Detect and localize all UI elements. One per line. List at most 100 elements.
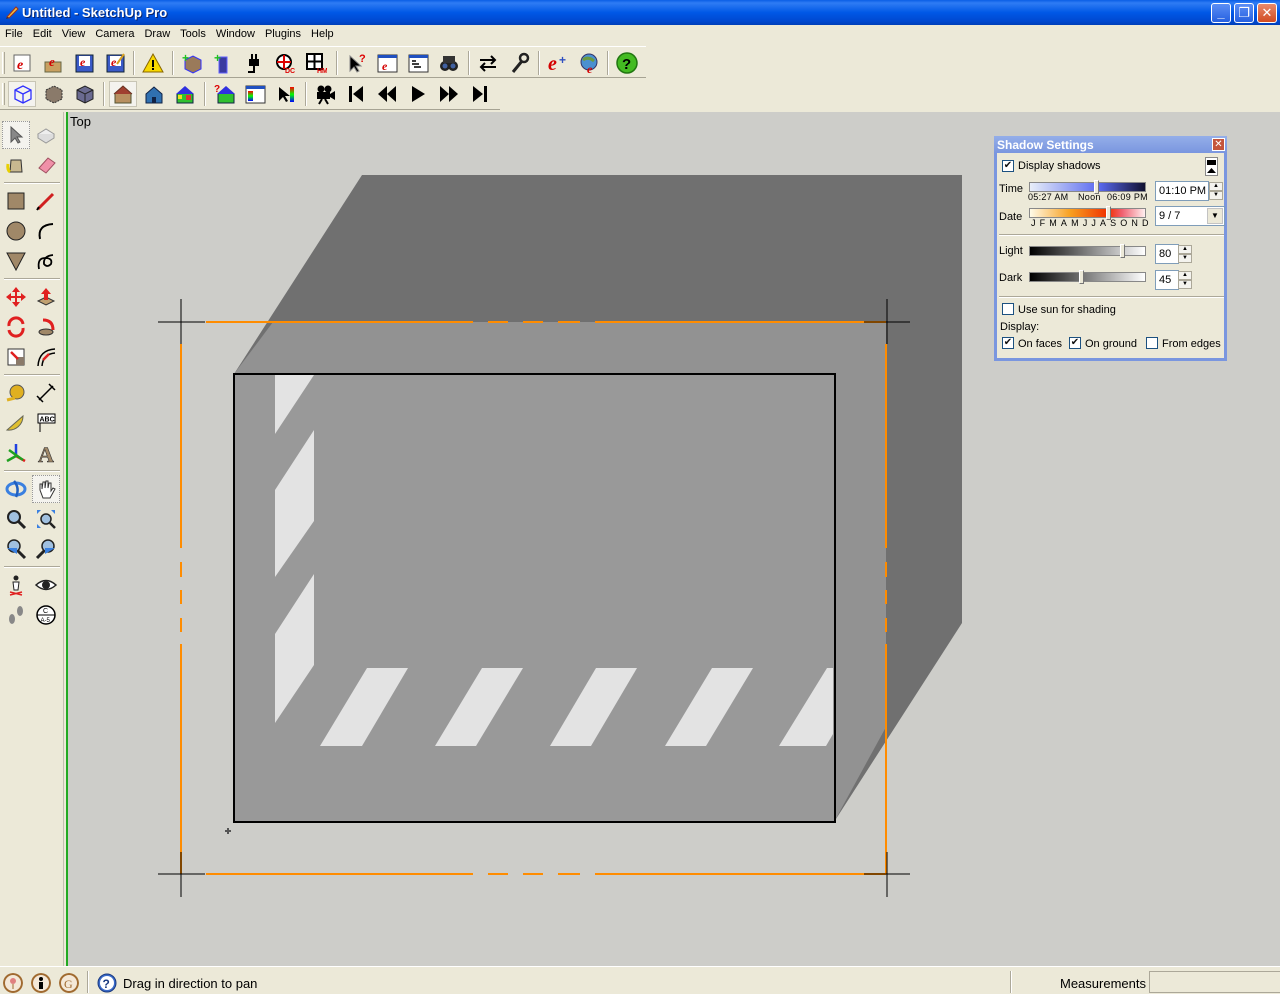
dimension-tool[interactable] [32, 379, 60, 407]
time-spinner[interactable]: ▲ ▼ [1209, 182, 1223, 200]
axes-tool[interactable] [2, 439, 30, 467]
tape-measure-tool[interactable] [2, 379, 30, 407]
time-slider[interactable] [1029, 182, 1146, 192]
previous-view-tool[interactable] [2, 535, 30, 563]
save-as-button[interactable]: e [101, 50, 129, 76]
extension-button[interactable]: e + [544, 50, 572, 76]
move-tool[interactable] [2, 283, 30, 311]
restore-button[interactable]: ❐ [1234, 3, 1254, 23]
plug-button[interactable] [240, 50, 268, 76]
web-window-button[interactable]: e [373, 50, 401, 76]
walk-tool[interactable] [2, 601, 30, 629]
open-button[interactable]: e [39, 50, 67, 76]
spin-up-icon[interactable]: ▲ [1209, 182, 1223, 191]
wrench-button[interactable] [505, 50, 533, 76]
xray-button[interactable] [8, 81, 36, 107]
camera-button[interactable] [311, 81, 339, 107]
toolbar-grip[interactable] [2, 52, 5, 74]
select-tool[interactable] [2, 121, 30, 149]
rectangle-tool[interactable] [2, 187, 30, 215]
menu-plugins[interactable]: Plugins [260, 25, 306, 40]
fast-forward-button[interactable] [435, 81, 463, 107]
freehand-tool[interactable] [32, 247, 60, 275]
palette-window-button[interactable] [241, 81, 269, 107]
play-button[interactable] [404, 81, 432, 107]
pan-tool[interactable] [32, 475, 60, 503]
credits-icon[interactable] [31, 973, 51, 993]
menu-file[interactable]: File [0, 25, 28, 40]
position-camera-tool[interactable] [2, 571, 30, 599]
add-component-button[interactable]: + [178, 50, 206, 76]
light-slider[interactable] [1029, 246, 1146, 256]
time-input[interactable]: 01:10 PM [1155, 181, 1209, 201]
google-sign-in-icon[interactable]: G [59, 973, 79, 993]
light-slider-thumb[interactable] [1119, 244, 1125, 258]
section-plane-tool[interactable]: C A-5 [32, 601, 60, 629]
zoom-tool[interactable] [2, 505, 30, 533]
geo-location-icon[interactable] [3, 973, 23, 993]
follow-me-tool[interactable] [32, 313, 60, 341]
last-frame-button[interactable] [466, 81, 494, 107]
dialog-close-button[interactable]: ✕ [1212, 138, 1225, 151]
menu-draw[interactable]: Draw [139, 25, 175, 40]
orbit-tool[interactable] [2, 475, 30, 503]
rewind-button[interactable] [373, 81, 401, 107]
next-view-tool[interactable] [32, 535, 60, 563]
house-blue-button[interactable] [140, 81, 168, 107]
display-shadows-checkbox[interactable] [1002, 160, 1014, 172]
add-wall-button[interactable]: + [209, 50, 237, 76]
arc-tool[interactable] [32, 217, 60, 245]
spin-down-icon[interactable]: ▼ [1209, 191, 1223, 200]
house-colored-button[interactable] [171, 81, 199, 107]
protractor-tool[interactable] [2, 409, 30, 437]
house-textured-button[interactable] [109, 81, 137, 107]
toolbar-grip[interactable] [2, 83, 5, 105]
save-button[interactable]: e [70, 50, 98, 76]
new-button[interactable]: e [8, 50, 36, 76]
dark-slider-thumb[interactable] [1078, 270, 1084, 284]
house-query-button[interactable]: ? [210, 81, 238, 107]
dark-slider[interactable] [1029, 272, 1146, 282]
measurements-input[interactable] [1149, 971, 1280, 993]
spin-down-icon[interactable]: ▼ [1178, 280, 1192, 289]
paint-bucket-tool[interactable] [2, 151, 30, 179]
light-spinner[interactable]: ▲ ▼ [1178, 245, 1192, 263]
instructor-help-icon[interactable]: ? [97, 973, 117, 993]
spin-down-icon[interactable]: ▼ [1178, 254, 1192, 263]
menu-help[interactable]: Help [306, 25, 339, 40]
first-frame-button[interactable] [342, 81, 370, 107]
binoculars-button[interactable] [435, 50, 463, 76]
on-faces-checkbox[interactable] [1002, 337, 1014, 349]
spin-up-icon[interactable]: ▲ [1178, 245, 1192, 254]
list-window-button[interactable] [404, 50, 432, 76]
date-dropdown-button[interactable]: ▼ [1207, 208, 1223, 224]
menu-camera[interactable]: Camera [90, 25, 139, 40]
warning-button[interactable] [139, 50, 167, 76]
polygon-tool[interactable] [2, 247, 30, 275]
window-grid-button[interactable]: HM [302, 50, 330, 76]
from-edges-checkbox[interactable] [1146, 337, 1158, 349]
globe-extension-button[interactable]: e [575, 50, 603, 76]
dark-input[interactable]: 45 [1155, 270, 1179, 290]
menu-view[interactable]: View [57, 25, 91, 40]
dynamic-component-button[interactable]: DC [271, 50, 299, 76]
push-pull-tool[interactable] [32, 283, 60, 311]
color-pointer-button[interactable] [272, 81, 300, 107]
help-pointer-button[interactable]: ? [342, 50, 370, 76]
shaded-button[interactable] [70, 81, 98, 107]
text-tool[interactable]: ABC [32, 409, 60, 437]
circle-tool[interactable] [2, 217, 30, 245]
wireframe-button[interactable] [39, 81, 67, 107]
spin-up-icon[interactable]: ▲ [1178, 271, 1192, 280]
date-slider[interactable] [1029, 208, 1146, 218]
light-input[interactable]: 80 [1155, 244, 1179, 264]
on-ground-checkbox[interactable] [1069, 337, 1081, 349]
offset-tool[interactable] [32, 343, 60, 371]
help-button[interactable]: ? [613, 50, 641, 76]
pencil-tool[interactable] [32, 187, 60, 215]
swap-button[interactable] [474, 50, 502, 76]
close-button[interactable]: ✕ [1257, 3, 1277, 23]
dialog-title-bar[interactable]: Shadow Settings ✕ [994, 136, 1227, 153]
rotate-tool[interactable] [2, 313, 30, 341]
menu-tools[interactable]: Tools [175, 25, 211, 40]
